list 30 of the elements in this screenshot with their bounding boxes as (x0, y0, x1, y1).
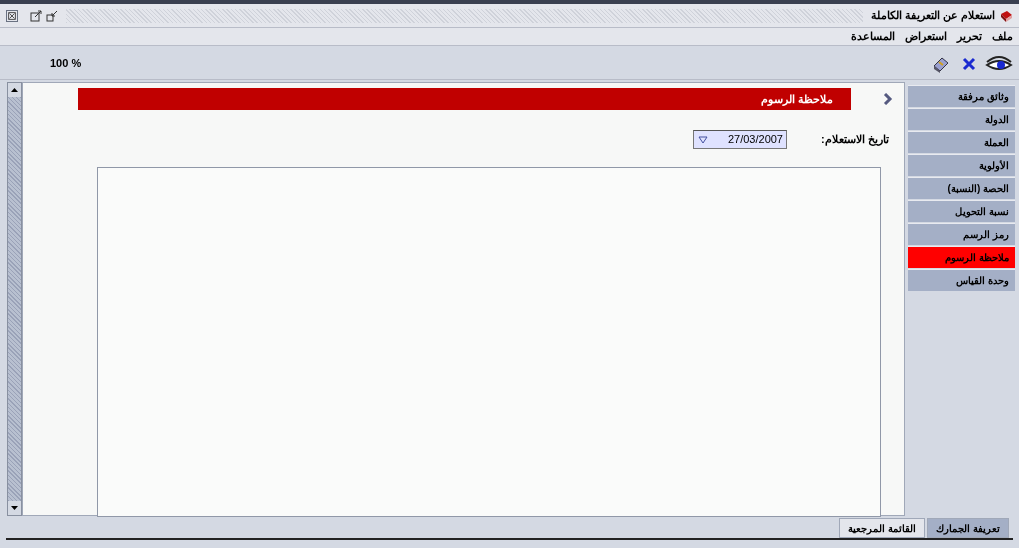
bottom-tab[interactable]: تعريفة الجمارك (927, 518, 1009, 538)
window-icon[interactable] (6, 9, 18, 22)
sidebar-tab[interactable]: نسبة التحويل (908, 200, 1015, 222)
menu-item[interactable]: ملف (992, 28, 1013, 45)
window-title: استعلام عن التعريفة الكاملة (870, 8, 995, 24)
close-icon[interactable] (961, 55, 977, 72)
menu-item[interactable]: استعراض (905, 28, 947, 45)
sidebar-tab[interactable]: وحدة القياس (908, 269, 1015, 291)
sidebar-tab[interactable]: الدولة (908, 108, 1015, 130)
scrollbar-thumb[interactable] (8, 97, 21, 501)
scroll-down-icon[interactable] (8, 501, 21, 515)
section-header: ملاحظة الرسوم (78, 88, 851, 110)
scroll-up-icon[interactable] (8, 83, 21, 97)
bottom-tab[interactable]: القائمة المرجعية (839, 518, 926, 538)
dropdown-icon[interactable] (697, 134, 709, 145)
sidebar-tab[interactable]: العملة (908, 131, 1015, 153)
sidebar-tab[interactable]: الحصة (النسبة) (908, 177, 1015, 199)
date-label: تاريخ الاستعلام: (821, 132, 889, 148)
zoom-level: 100 % (50, 56, 82, 72)
book-icon (999, 8, 1013, 23)
sidebar-tab[interactable]: رمز الرسم (908, 223, 1015, 245)
menu-item[interactable]: تحرير (957, 28, 982, 45)
sidebar-tab[interactable]: الأولوية (908, 154, 1015, 176)
resize-icon[interactable] (46, 9, 58, 22)
sidebar-tab[interactable]: ملاحظة الرسوم (908, 246, 1015, 268)
resize-icon[interactable] (30, 9, 42, 22)
date-field[interactable]: 27/03/2007 (693, 130, 787, 149)
chevron-icon[interactable] (883, 93, 893, 105)
menu-item[interactable]: المساعدة (851, 28, 895, 45)
sidebar-tab[interactable]: وثائق مرفقة (908, 85, 1015, 107)
